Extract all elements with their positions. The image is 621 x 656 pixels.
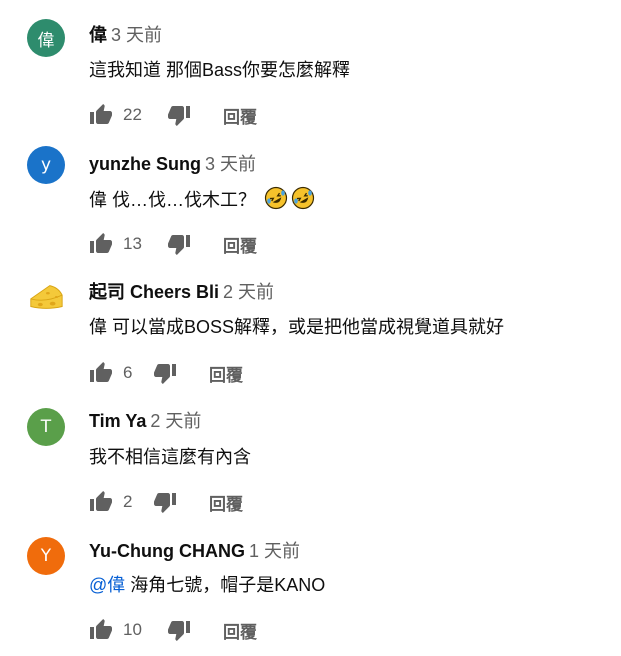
comment-text-wrap: 偉 伐…伐…伐木工？	[89, 186, 315, 212]
like-count: 10	[123, 620, 142, 639]
comment-header: 起司 Cheers Bli 2 天前	[89, 280, 274, 304]
comment-time[interactable]: 3 天前	[111, 25, 162, 45]
rofl-emoji-icon	[291, 186, 315, 210]
thumbs-down-icon[interactable]	[167, 618, 191, 642]
thumbs-up-icon[interactable]	[89, 361, 113, 385]
reply-button[interactable]: 回覆	[209, 361, 243, 386]
reply-button[interactable]: 回覆	[209, 490, 243, 515]
mention-link[interactable]: @偉	[89, 575, 125, 595]
avatar-letter: Y	[40, 546, 52, 566]
avatar[interactable]: T	[27, 408, 65, 446]
comment-actions: 22 回覆	[89, 102, 257, 128]
author-name[interactable]: 起司 Cheers Bli	[89, 282, 219, 302]
comment-text-wrap: @偉 海角七號，帽子是KANO	[89, 573, 325, 597]
comment-time[interactable]: 2 天前	[223, 282, 274, 302]
thumbs-down-icon[interactable]	[153, 490, 177, 514]
thumbs-down-icon[interactable]	[167, 103, 191, 127]
comment-time[interactable]: 2 天前	[150, 411, 201, 431]
like-count: 13	[123, 234, 142, 253]
like-count: 6	[123, 363, 133, 382]
comment-actions: 10 回覆	[89, 617, 257, 643]
avatar[interactable]: y	[27, 146, 65, 184]
comment-header: Tim Ya 2 天前	[89, 409, 201, 433]
comment-text: 我不相信這麼有內含	[89, 447, 251, 467]
thumbs-up-icon[interactable]	[89, 618, 113, 642]
reply-button[interactable]: 回覆	[223, 618, 257, 643]
comment-text: 這我知道 那個Bass你要怎麼解釋	[89, 60, 351, 80]
avatar[interactable]: 偉	[27, 19, 65, 57]
comment-actions: 13 回覆	[89, 231, 257, 257]
comment-header: yunzhe Sung 3 天前	[89, 152, 256, 176]
rofl-emoji-icon	[264, 186, 288, 210]
author-name[interactable]: 偉	[89, 25, 107, 45]
thumbs-up-icon[interactable]	[89, 103, 113, 127]
author-name[interactable]: Yu-Chung CHANG	[89, 541, 245, 561]
author-name[interactable]: yunzhe Sung	[89, 154, 201, 174]
reply-button[interactable]: 回覆	[223, 232, 257, 257]
comment-actions: 2 回覆	[89, 489, 243, 515]
comment-text: 海角七號，帽子是KANO	[130, 575, 326, 595]
comment-header: Yu-Chung CHANG 1 天前	[89, 539, 300, 563]
avatar[interactable]: Y	[27, 537, 65, 575]
cheese-icon	[30, 285, 63, 309]
author-name[interactable]: Tim Ya	[89, 411, 146, 431]
like-count: 2	[123, 492, 133, 511]
comment-text: 偉 可以當成BOSS解釋，或是把他當成視覺道具就好	[89, 317, 505, 337]
thumbs-down-icon[interactable]	[153, 361, 177, 385]
avatar-letter: 偉	[37, 30, 55, 51]
comment-time[interactable]: 1 天前	[249, 541, 300, 561]
avatar[interactable]	[27, 278, 65, 316]
comment-time[interactable]: 3 天前	[205, 154, 256, 174]
like-count: 22	[123, 105, 142, 124]
thumbs-up-icon[interactable]	[89, 490, 113, 514]
thumbs-up-icon[interactable]	[89, 232, 113, 256]
reply-button[interactable]: 回覆	[223, 103, 257, 128]
comment-header: 偉3 天前	[89, 23, 162, 47]
comment-actions: 6 回覆	[89, 360, 243, 386]
avatar-letter: y	[40, 155, 52, 175]
thumbs-down-icon[interactable]	[167, 232, 191, 256]
avatar-letter: T	[40, 417, 52, 437]
comment-text: 偉 伐…伐…伐木工？	[89, 190, 257, 210]
